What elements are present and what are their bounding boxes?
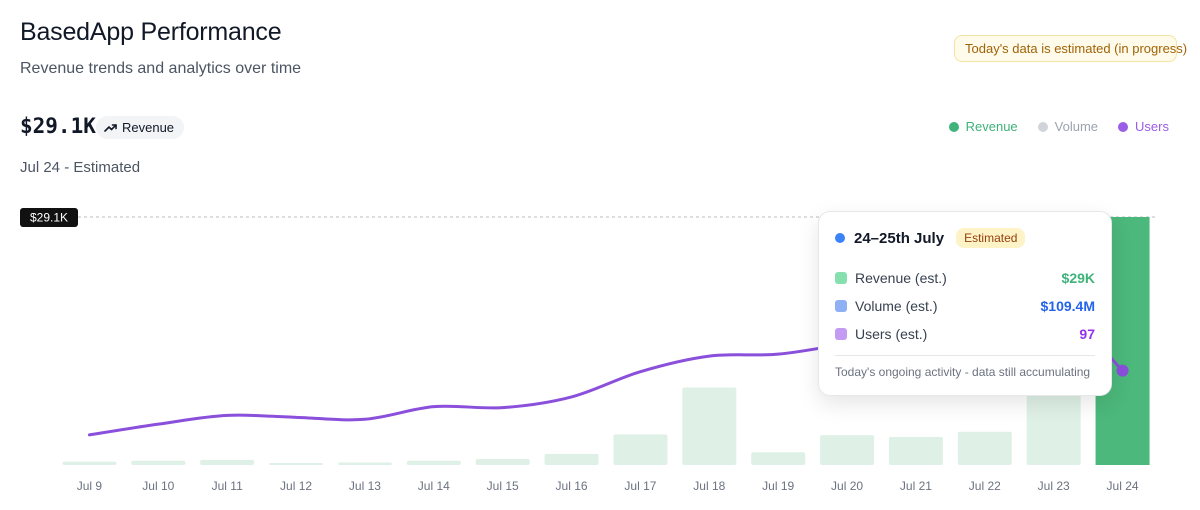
estimated-badge: Estimated (956, 228, 1026, 248)
tooltip-label: Revenue (est.) (855, 270, 947, 286)
x-tick-label: Jul 19 (762, 479, 794, 493)
x-tick-label: Jul 18 (693, 479, 725, 493)
tooltip-label: Volume (est.) (855, 298, 938, 314)
tooltip-footer: Today's ongoing activity - data still ac… (835, 365, 1091, 379)
revenue-bar (613, 434, 668, 465)
x-tick-label: Jul 23 (1038, 479, 1070, 493)
x-tick-label: Jul 13 (349, 479, 381, 493)
tooltip-value: $29K (1061, 270, 1095, 286)
revenue-swatch (835, 272, 847, 284)
x-tick-label: Jul 24 (1107, 479, 1139, 493)
volume-swatch (835, 300, 847, 312)
tooltip-date: 24–25th July (854, 229, 945, 247)
reference-label: $29.1K (30, 211, 68, 225)
revenue-bar (337, 462, 392, 465)
tooltip-value: 97 (1079, 326, 1095, 342)
tooltip-row-volume: Volume (est.) $109.4M (835, 298, 1095, 314)
revenue-bar (888, 436, 943, 465)
x-tick-label: Jul 10 (142, 479, 174, 493)
x-tick-label: Jul 9 (77, 479, 103, 493)
revenue-bar (820, 435, 875, 465)
tooltip-divider (835, 355, 1095, 356)
x-tick-label: Jul 16 (556, 479, 588, 493)
tooltip-value: $109.4M (1040, 298, 1095, 314)
x-tick-label: Jul 22 (969, 479, 1001, 493)
tooltip-row-users: Users (est.) 97 (835, 326, 1095, 342)
revenue-bar (406, 460, 461, 465)
revenue-bar (682, 387, 737, 465)
tooltip-label: Users (est.) (855, 326, 928, 342)
revenue-bar (62, 461, 117, 465)
users-point (1116, 364, 1129, 377)
revenue-bar (751, 452, 806, 465)
x-tick-label: Jul 15 (487, 479, 519, 493)
revenue-bar (200, 459, 255, 465)
users-swatch (835, 328, 847, 340)
tooltip-dot (835, 233, 845, 243)
tooltip-header: 24–25th July Estimated (835, 228, 1026, 248)
x-tick-label: Jul 11 (212, 479, 243, 493)
tooltip-row-revenue: Revenue (est.) $29K (835, 270, 1095, 286)
revenue-bar (269, 463, 324, 465)
x-tick-label: Jul 14 (418, 479, 450, 493)
x-tick-label: Jul 20 (831, 479, 863, 493)
revenue-bar (475, 459, 530, 465)
chart-tooltip: 24–25th July Estimated Revenue (est.) $2… (818, 211, 1112, 396)
x-tick-label: Jul 21 (900, 479, 932, 493)
revenue-bar (131, 460, 186, 465)
x-tick-label: Jul 17 (624, 479, 656, 493)
revenue-bar (957, 431, 1012, 465)
revenue-bar (544, 453, 599, 465)
x-tick-label: Jul 12 (280, 479, 312, 493)
